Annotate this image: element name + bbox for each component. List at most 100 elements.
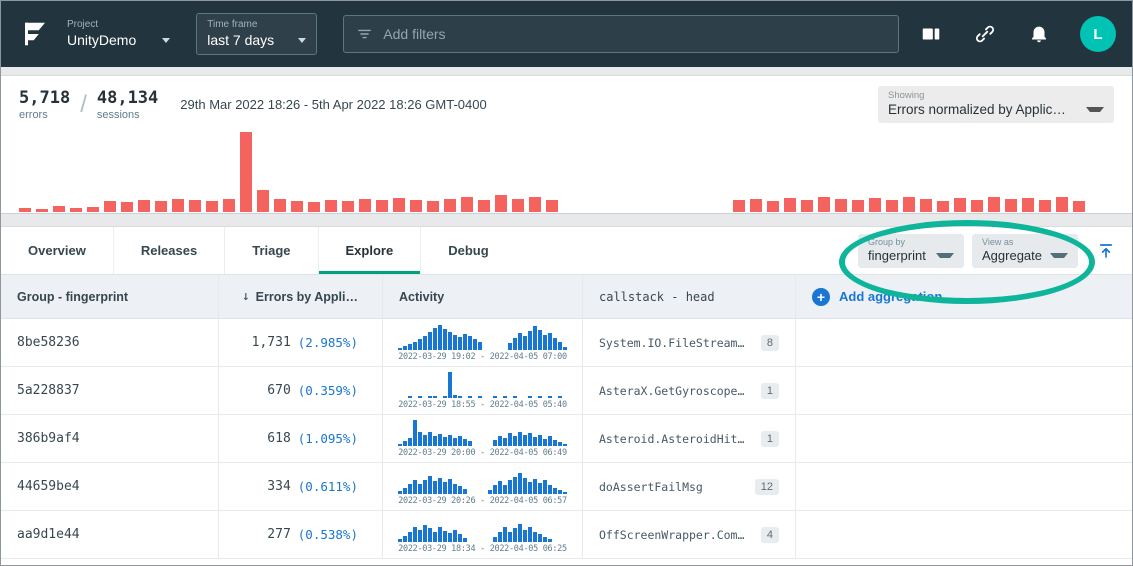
top-bar: Project UnityDemo Time frame last 7 days: [1, 1, 1132, 67]
timeframe-value: last 7 days: [207, 31, 274, 49]
chevron-down-icon: [162, 38, 170, 43]
table-row[interactable]: 44659be4 334 (0.611%) 2022-03-29 20:26 - …: [1, 463, 1132, 511]
error-count: 670: [267, 383, 290, 398]
sort-desc-icon: ↓: [242, 289, 250, 304]
project-label: Project: [67, 19, 170, 31]
error-histogram[interactable]: [1, 127, 1132, 213]
table-row[interactable]: aa9d1e44 277 (0.538%) 2022-03-29 18:34 - …: [1, 511, 1132, 559]
tab-explore[interactable]: Explore: [319, 227, 422, 274]
timeframe-selector[interactable]: Time frame last 7 days: [196, 13, 317, 55]
callstack-count-badge: 4: [761, 527, 779, 543]
avatar-initial: L: [1093, 26, 1102, 43]
group-by-label: Group by: [868, 237, 954, 248]
tab-overview[interactable]: Overview: [1, 227, 114, 274]
group-by-selector[interactable]: Group by fingerprint: [858, 234, 964, 268]
scroll-to-top-icon: [1097, 242, 1115, 260]
error-percent: (2.985%): [298, 335, 358, 350]
backtrace-logo-icon: [20, 19, 50, 49]
stat-separator: /: [80, 91, 87, 119]
notifications-button[interactable]: [1026, 21, 1052, 47]
callstack-head: doAssertFailMsg: [599, 480, 745, 494]
sparkline-range: 2022-03-29 18:55 - 2022-04-05 05:40: [398, 400, 567, 410]
backtrace-logo[interactable]: [17, 16, 53, 52]
fingerprint[interactable]: 8be58236: [17, 335, 80, 350]
sessions-count: 48,134: [97, 88, 158, 108]
callstack-head: Asteroid.AsteroidHitBy…: [599, 432, 751, 446]
timeframe-label: Time frame: [207, 19, 306, 31]
error-count: 334: [267, 479, 290, 494]
filters-input[interactable]: [383, 26, 886, 42]
callstack-head: AsteraX.GetGyroscopeDe…: [599, 384, 751, 398]
activity-sparkline: 2022-03-29 18:55 - 2022-04-05 05:40: [398, 371, 567, 410]
table-row[interactable]: 8be58236 1,731 (2.985%) 2022-03-29 19:02 …: [1, 319, 1132, 367]
view-as-selector[interactable]: View as Aggregate: [972, 234, 1078, 268]
column-header-callstack[interactable]: callstack - head: [583, 275, 796, 318]
sessions-label: sessions: [97, 109, 158, 121]
error-percent: (0.538%): [298, 527, 358, 542]
activity-sparkline: 2022-03-29 20:26 - 2022-04-05 06:57: [398, 467, 567, 506]
tab-debug[interactable]: Debug: [421, 227, 515, 274]
sparkline-range: 2022-03-29 20:00 - 2022-04-05 06:49: [398, 448, 567, 458]
view-as-label: View as: [982, 237, 1068, 248]
error-percent: (0.611%): [298, 479, 358, 494]
callstack-count-badge: 1: [761, 383, 779, 399]
scroll-to-top-button[interactable]: [1094, 239, 1118, 263]
table-row[interactable]: 5a228837 670 (0.359%) 2022-03-29 18:55 - …: [1, 367, 1132, 415]
sparkline-range: 2022-03-29 19:02 - 2022-04-05 07:00: [398, 352, 567, 362]
callstack-count-badge: 12: [755, 479, 779, 495]
user-avatar[interactable]: L: [1080, 16, 1116, 52]
column-header-errors[interactable]: ↓ Errors by Appli…: [219, 275, 383, 318]
chevron-down-icon: [936, 253, 954, 258]
plus-icon: +: [812, 288, 830, 306]
app-root: Project UnityDemo Time frame last 7 days: [0, 0, 1133, 566]
view-as-value: Aggregate: [982, 248, 1042, 263]
error-percent: (0.359%): [298, 383, 358, 398]
date-range: 29th Mar 2022 18:26 - 5th Apr 2022 18:26…: [180, 97, 486, 112]
column-header-activity[interactable]: Activity: [383, 275, 583, 318]
dashboard-view-icon: [920, 23, 942, 45]
table-header-row: Group - fingerprint ↓ Errors by Appli… A…: [1, 275, 1132, 319]
error-count: 1,731: [252, 335, 291, 350]
filters-bar[interactable]: [343, 15, 899, 53]
filter-list-icon: [356, 25, 373, 43]
sessions-stat: 48,134 sessions: [97, 88, 158, 121]
callstack-count-badge: 8: [761, 335, 779, 351]
tab-releases[interactable]: Releases: [114, 227, 225, 274]
showing-label: Showing: [888, 90, 1104, 102]
group-by-value: fingerprint: [868, 248, 926, 263]
summary-row: 5,718 errors / 48,134 sessions 29th Mar …: [1, 76, 1132, 127]
callstack-head: OffScreenWrapper.Compe…: [599, 528, 751, 542]
error-count: 618: [267, 431, 290, 446]
tab-triage[interactable]: Triage: [225, 227, 318, 274]
sparkline-range: 2022-03-29 18:34 - 2022-04-05 06:25: [398, 544, 567, 554]
groups-table: Group - fingerprint ↓ Errors by Appli… A…: [1, 275, 1132, 565]
activity-sparkline: 2022-03-29 18:34 - 2022-04-05 06:25: [398, 515, 567, 554]
tabs-row: Overview Releases Triage Explore Debug G…: [1, 227, 1132, 275]
header-actions: L: [918, 16, 1116, 52]
errors-stat: 5,718 errors: [19, 88, 70, 121]
fingerprint[interactable]: 44659be4: [17, 479, 80, 494]
chevron-down-icon: [1050, 253, 1068, 258]
callstack-head: System.IO.FileStream._…: [599, 336, 751, 350]
link-icon: [974, 23, 996, 45]
dashboard-view-button[interactable]: [918, 21, 944, 47]
errors-count: 5,718: [19, 88, 70, 108]
showing-value: Errors normalized by Applic…: [888, 102, 1066, 117]
add-aggregation-button[interactable]: + Add aggregation: [796, 275, 1132, 318]
error-count: 277: [267, 527, 290, 542]
table-row[interactable]: 386b9af4 618(1.095%) 2022-03-29 20:00 - …: [1, 415, 1132, 463]
bell-icon: [1028, 23, 1050, 45]
summary-card: 5,718 errors / 48,134 sessions 29th Mar …: [1, 75, 1132, 214]
fingerprint[interactable]: 386b9af4: [17, 431, 80, 446]
fingerprint[interactable]: 5a228837: [17, 383, 80, 398]
project-value: UnityDemo: [67, 31, 136, 49]
callstack-count-badge: 1: [761, 431, 779, 447]
errors-label: errors: [19, 109, 70, 121]
showing-selector[interactable]: Showing Errors normalized by Applic…: [878, 86, 1114, 123]
explore-card: Overview Releases Triage Explore Debug G…: [1, 226, 1132, 565]
column-header-fingerprint[interactable]: Group - fingerprint: [1, 275, 219, 318]
fingerprint[interactable]: aa9d1e44: [17, 527, 80, 542]
share-link-button[interactable]: [972, 21, 998, 47]
project-selector[interactable]: Project UnityDemo: [67, 19, 170, 49]
sparkline-range: 2022-03-29 20:26 - 2022-04-05 06:57: [398, 496, 567, 506]
